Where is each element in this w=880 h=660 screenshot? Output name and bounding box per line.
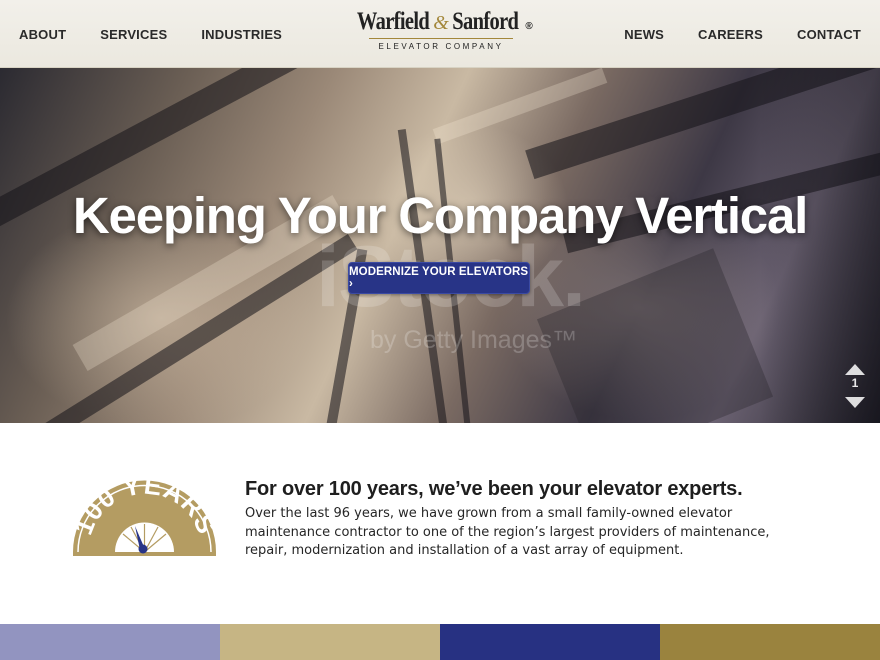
logo-wordmark: Warfield & Sanford ® — [357, 8, 533, 36]
nav-services[interactable]: SERVICES — [100, 27, 167, 42]
hundred-years-badge: 100 YEARS — [68, 469, 221, 558]
footer-color-bands — [0, 624, 880, 660]
logo-ampersand: & — [433, 12, 449, 34]
color-band-navy[interactable] — [440, 624, 660, 660]
primary-nav-right: NEWS CAREERS CONTACT — [590, 0, 861, 68]
slide-number: 1 — [851, 376, 859, 390]
logo-name-right: Sanford — [452, 8, 519, 35]
hero-banner: iStock. by Getty Images™ Keeping Your Co… — [0, 68, 880, 423]
logo-name-left: Warfield — [357, 8, 430, 35]
primary-nav-left: ABOUT SERVICES INDUSTRIES — [19, 0, 316, 68]
logo-registered-mark: ® — [525, 21, 533, 32]
modernize-elevators-button[interactable]: MODERNIZE YOUR ELEVATORS › — [348, 262, 530, 294]
intro-heading: For over 100 years, we’ve been your elev… — [245, 478, 743, 500]
hero-title: Keeping Your Company Vertical — [72, 187, 808, 244]
color-band-tan[interactable] — [220, 624, 440, 660]
hundred-years-badge-icon: 100 YEARS — [68, 469, 221, 556]
intro-body: Over the last 96 years, we have grown fr… — [245, 506, 770, 559]
nav-about[interactable]: ABOUT — [19, 27, 66, 42]
nav-contact[interactable]: CONTACT — [797, 27, 861, 42]
company-logo[interactable]: Warfield & Sanford ® ELEVATOR COMPANY — [357, 8, 533, 60]
slide-next-arrow-icon[interactable] — [845, 397, 865, 408]
logo-subtitle: ELEVATOR COMPANY — [378, 42, 504, 51]
slide-prev-arrow-icon[interactable] — [845, 364, 865, 375]
color-band-gold[interactable] — [660, 624, 880, 660]
nav-news[interactable]: NEWS — [624, 27, 664, 42]
nav-industries[interactable]: INDUSTRIES — [201, 27, 282, 42]
slide-controls: 1 — [843, 364, 867, 408]
stock-watermark-credit: by Getty Images™ — [370, 326, 578, 354]
nav-careers[interactable]: CAREERS — [698, 27, 763, 42]
color-band-lavender[interactable] — [0, 624, 220, 660]
site-header: ABOUT SERVICES INDUSTRIES Warfield & San… — [0, 0, 880, 68]
logo-divider — [369, 38, 513, 39]
